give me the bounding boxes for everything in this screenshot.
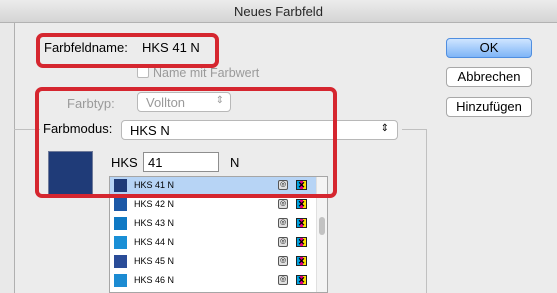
- swatch-list-item-name: HKS 45 N: [134, 256, 175, 266]
- swatch-color-chip: [114, 217, 127, 230]
- ok-button[interactable]: OK: [446, 38, 532, 58]
- swatch-color-chip: [114, 236, 127, 249]
- group-border: [402, 129, 427, 130]
- list-item[interactable]: HKS 45 N ◎ ✕: [110, 253, 317, 271]
- scrollbar-thumb[interactable]: [319, 217, 325, 235]
- swatch-list-item-name: HKS 42 N: [134, 199, 175, 209]
- cmyk-process-icon: ✕: [296, 256, 307, 266]
- select-stepper-icon: ⇕: [380, 123, 389, 134]
- name-with-color-value-label: Name mit Farbwert: [153, 66, 260, 80]
- highlight-box-color-settings: [35, 87, 337, 198]
- add-button[interactable]: Hinzufügen: [446, 97, 532, 117]
- swatch-list-item-name: HKS 44 N: [134, 237, 175, 247]
- cmyk-process-icon: ✕: [296, 199, 307, 209]
- spot-color-icon: ◎: [278, 218, 288, 228]
- spot-color-icon: ◎: [278, 256, 288, 266]
- group-border: [426, 129, 428, 293]
- highlight-box-name: [36, 33, 219, 68]
- spot-color-icon: ◎: [278, 237, 288, 247]
- dialog-titlebar[interactable]: Neues Farbfeld: [0, 0, 557, 23]
- list-item[interactable]: HKS 43 N ◎ ✕: [110, 215, 317, 233]
- spot-color-icon: ◎: [278, 199, 288, 209]
- swatch-color-chip: [114, 198, 127, 211]
- swatch-color-chip: [114, 255, 127, 268]
- background-window-edge: [0, 0, 15, 293]
- spot-color-icon: ◎: [278, 275, 288, 285]
- cancel-button[interactable]: Abbrechen: [446, 67, 532, 87]
- cmyk-process-icon: ✕: [296, 275, 307, 285]
- dialog-title: Neues Farbfeld: [234, 4, 323, 19]
- cmyk-process-icon: ✕: [296, 218, 307, 228]
- swatch-list-item-name: HKS 46 N: [134, 275, 175, 285]
- swatch-list-item-name: HKS 43 N: [134, 218, 175, 228]
- list-item[interactable]: HKS 42 N ◎ ✕: [110, 196, 317, 214]
- list-item[interactable]: HKS 44 N ◎ ✕: [110, 234, 317, 252]
- list-item[interactable]: HKS 46 N ◎ ✕: [110, 272, 317, 290]
- swatch-color-chip: [114, 274, 127, 287]
- cmyk-process-icon: ✕: [296, 237, 307, 247]
